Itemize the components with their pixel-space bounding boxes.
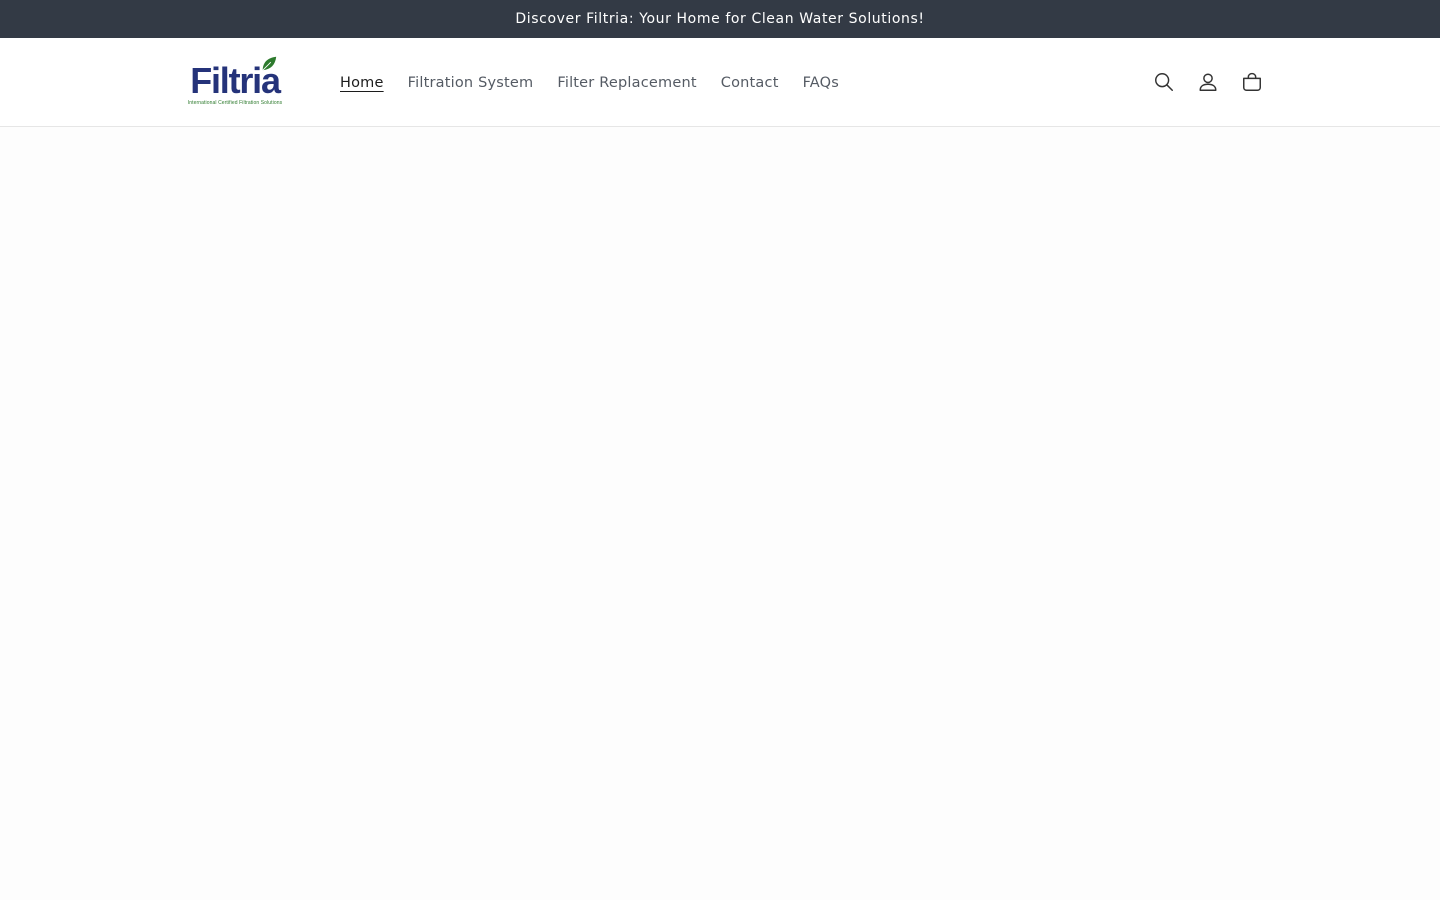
cart-icon — [1243, 72, 1261, 91]
main-nav: Home Filtration System Filter Replacemen… — [328, 38, 851, 127]
account-icon — [1199, 73, 1217, 91]
search-icon — [1155, 73, 1173, 91]
nav-item-contact[interactable]: Contact — [709, 75, 791, 91]
main-content — [0, 127, 1440, 900]
account-button[interactable] — [1186, 60, 1230, 104]
search-button[interactable] — [1142, 60, 1186, 104]
nav-item-filter-replacement[interactable]: Filter Replacement — [545, 75, 708, 91]
header-icons — [1142, 60, 1274, 104]
leaf-icon — [262, 56, 277, 71]
logo-wordmark-group: Filtria — [190, 56, 281, 101]
cart-button[interactable] — [1230, 60, 1274, 104]
announcement-text: Discover Filtria: Your Home for Clean Wa… — [515, 11, 925, 27]
site-header: Filtria International Certified Filtrati… — [0, 38, 1440, 127]
nav-item-home[interactable]: Home — [328, 75, 396, 91]
site-logo[interactable]: Filtria International Certified Filtrati… — [170, 46, 300, 120]
nav-item-filtration-system[interactable]: Filtration System — [396, 75, 546, 91]
nav-item-faqs[interactable]: FAQs — [791, 75, 851, 91]
announcement-bar: Discover Filtria: Your Home for Clean Wa… — [0, 0, 1440, 38]
